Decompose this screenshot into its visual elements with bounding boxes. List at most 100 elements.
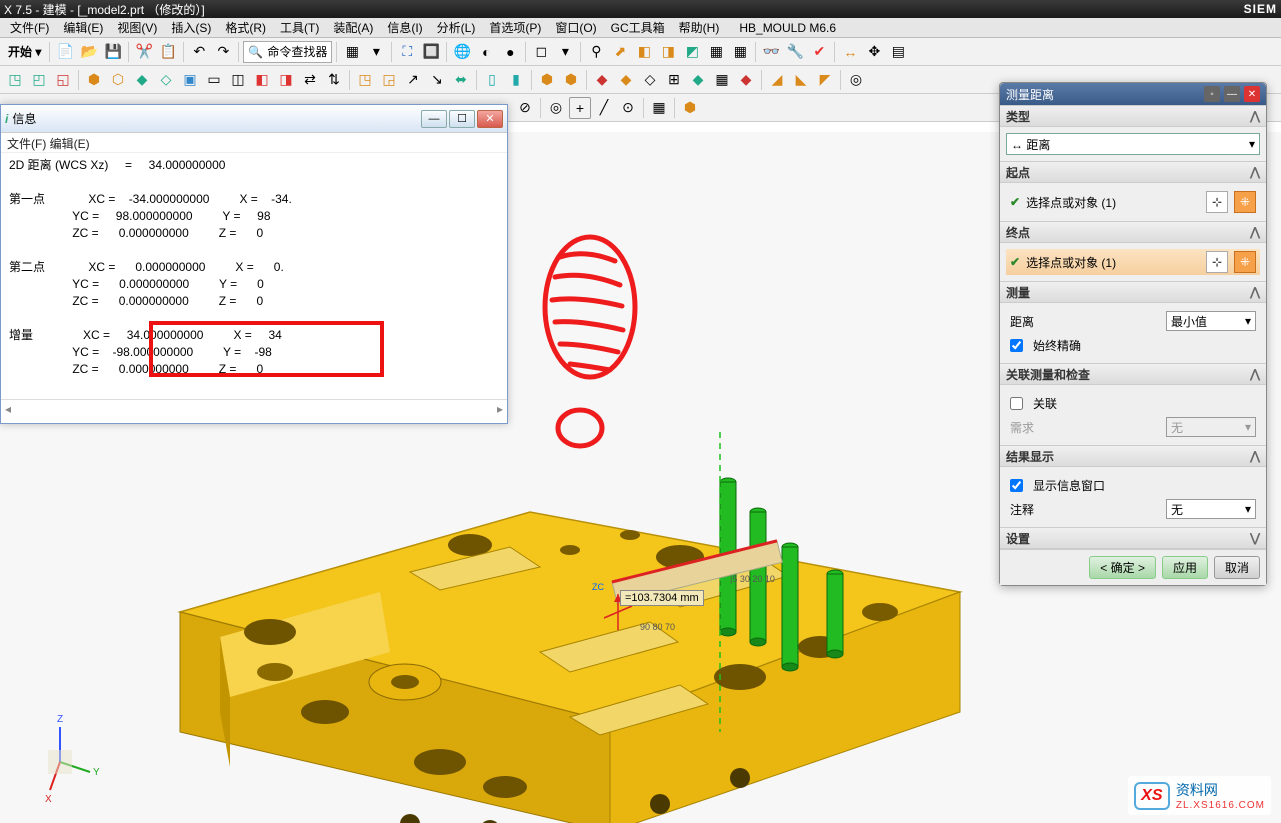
menu-analysis[interactable]: 分析(L) <box>431 17 482 38</box>
show-info-checkbox[interactable] <box>1010 479 1023 492</box>
menu-format[interactable]: 格式(R) <box>219 17 272 38</box>
menu-file[interactable]: 文件(F) <box>4 17 55 38</box>
redbox-icon[interactable]: ◧ <box>251 69 273 91</box>
type-dropdown[interactable]: ↔ 距离 ▾ <box>1006 133 1260 155</box>
wire-icon[interactable]: ◻ <box>530 41 552 63</box>
plane-y2-icon[interactable]: ◲ <box>378 69 400 91</box>
red2-icon[interactable]: ◆ <box>735 69 757 91</box>
box6-icon[interactable]: ◳ <box>4 69 26 91</box>
undo-icon[interactable]: ↶ <box>188 41 210 63</box>
tool-icon[interactable]: 🔧 <box>784 41 806 63</box>
box2-icon[interactable]: ◨ <box>657 41 679 63</box>
always-accurate-checkbox[interactable] <box>1010 339 1023 352</box>
start-select-row[interactable]: ✔ 选择点或对象 (1) ⊹ ⁜ <box>1006 189 1260 215</box>
cancel-button[interactable]: 取消 <box>1214 556 1260 579</box>
new-icon[interactable]: 📄 <box>54 41 76 63</box>
menu-preferences[interactable]: 首选项(P) <box>483 17 547 38</box>
snap-icon[interactable]: ✥ <box>863 41 885 63</box>
tri-down-icon[interactable]: ▾ <box>365 41 387 63</box>
section-start[interactable]: 起点⋀ <box>1000 161 1266 183</box>
info-scrollbar[interactable]: ◂ ▸ <box>1 399 507 417</box>
cyan2-icon[interactable]: ▮ <box>505 69 527 91</box>
shade-icon[interactable]: ◐ <box>475 41 497 63</box>
menu-assembly[interactable]: 装配(A) <box>327 17 379 38</box>
menu-insert[interactable]: 插入(S) <box>165 17 217 38</box>
scroll-right-icon[interactable]: ▸ <box>493 402 507 416</box>
glasses-icon[interactable]: 👓 <box>760 41 782 63</box>
box5-icon[interactable]: ▦ <box>729 41 751 63</box>
info-body[interactable]: 2D 距离 (WCS Xz) = 34.000000000 第一点 XC = -… <box>1 153 507 399</box>
ring-icon[interactable]: ◎ <box>845 69 867 91</box>
pick-point-icon[interactable]: ⁜ <box>1234 251 1256 273</box>
close-icon[interactable]: ✕ <box>477 110 503 128</box>
plane2-icon[interactable]: ◫ <box>227 69 249 91</box>
mirror-icon[interactable]: ⇄ <box>299 69 321 91</box>
axis3-icon[interactable]: ⬌ <box>450 69 472 91</box>
save-icon[interactable]: 💾 <box>102 41 124 63</box>
yellowcube2-icon[interactable]: ⬡ <box>107 69 129 91</box>
plane-y-icon[interactable]: ◳ <box>354 69 376 91</box>
menu-help[interactable]: 帮助(H) <box>673 17 726 38</box>
redbox2-icon[interactable]: ◨ <box>275 69 297 91</box>
fit-icon[interactable]: ⛶ <box>396 41 418 63</box>
cube-arr-icon[interactable]: ⬢ <box>536 69 558 91</box>
fillet-icon[interactable]: ◣ <box>790 69 812 91</box>
axis2-icon[interactable]: ↘ <box>426 69 448 91</box>
distance-mode-dropdown[interactable]: 最小值▾ <box>1166 311 1256 331</box>
menu-ext-hbmould[interactable]: HB_MOULD M6.6 <box>733 19 842 37</box>
maximize-icon[interactable]: ☐ <box>449 110 475 128</box>
start-dropdown[interactable]: 开始 ▾ <box>4 41 45 62</box>
section-assoc[interactable]: 关联测量和检查⋀ <box>1000 363 1266 385</box>
grid-icon[interactable]: ▤ <box>887 41 909 63</box>
snap-point-icon[interactable]: ⊹ <box>1206 191 1228 213</box>
box7-icon[interactable]: ◰ <box>28 69 50 91</box>
box-icon[interactable]: ◧ <box>633 41 655 63</box>
section-result[interactable]: 结果显示⋀ <box>1000 445 1266 467</box>
bluebox-icon[interactable]: ▣ <box>179 69 201 91</box>
scroll-left-icon[interactable]: ◂ <box>1 402 15 416</box>
assoc-checkbox[interactable] <box>1010 397 1023 410</box>
menu-info[interactable]: 信息(I) <box>381 17 428 38</box>
panel-min-icon[interactable]: — <box>1224 86 1240 102</box>
none-icon[interactable]: ⊘ <box>514 97 536 119</box>
end-select-row[interactable]: ✔ 选择点或对象 (1) ⊹ ⁜ <box>1006 249 1260 275</box>
world-icon[interactable]: 🌐 <box>451 41 473 63</box>
subtract-icon[interactable]: ◱ <box>52 69 74 91</box>
grid2-icon[interactable]: ⊞ <box>663 69 685 91</box>
redcube-icon[interactable]: ◆ <box>591 69 613 91</box>
wcs-icon[interactable]: ⚲ <box>585 41 607 63</box>
cube-arr2-icon[interactable]: ⬢ <box>560 69 582 91</box>
plane-icon[interactable]: ▭ <box>203 69 225 91</box>
apply-button[interactable]: 应用 <box>1162 556 1208 579</box>
menu-gctoolbox[interactable]: GC工具箱 <box>605 17 671 38</box>
multi-icon[interactable]: ▦ <box>711 69 733 91</box>
section-end[interactable]: 终点⋀ <box>1000 221 1266 243</box>
info-menu[interactable]: 文件(F) 编辑(E) <box>1 133 507 153</box>
check-icon[interactable]: ✔ <box>808 41 830 63</box>
move-icon[interactable]: ⬈ <box>609 41 631 63</box>
copy-icon[interactable]: 📋 <box>157 41 179 63</box>
menu-tools[interactable]: 工具(T) <box>274 17 325 38</box>
open-icon[interactable]: 📂 <box>78 41 100 63</box>
stretch-icon[interactable]: ↔ <box>839 41 861 63</box>
cyan-icon[interactable]: ▯ <box>481 69 503 91</box>
section-type[interactable]: 类型⋀ <box>1000 105 1266 127</box>
box4-icon[interactable]: ▦ <box>705 41 727 63</box>
annotation-dropdown[interactable]: 无▾ <box>1166 499 1256 519</box>
point-icon[interactable]: ╱ <box>593 97 615 119</box>
cut-icon[interactable]: ✂️ <box>133 41 155 63</box>
solid-icon[interactable]: ⬢ <box>679 97 701 119</box>
menu-view[interactable]: 视图(V) <box>111 17 163 38</box>
greencube-icon[interactable]: ◆ <box>131 69 153 91</box>
blend-icon[interactable]: ◇ <box>639 69 661 91</box>
section-settings[interactable]: 设置⋁ <box>1000 527 1266 549</box>
ok-button[interactable]: < 确定 > <box>1089 556 1156 579</box>
redo-icon[interactable]: ↷ <box>212 41 234 63</box>
menu-edit[interactable]: 编辑(E) <box>57 17 109 38</box>
target-icon[interactable]: ◎ <box>545 97 567 119</box>
panel-pin-icon[interactable]: ◦ <box>1204 86 1220 102</box>
yellowcube-icon[interactable]: ⬢ <box>83 69 105 91</box>
orangecube-icon[interactable]: ◆ <box>615 69 637 91</box>
box3-icon[interactable]: ◩ <box>681 41 703 63</box>
pick-point-icon[interactable]: ⁜ <box>1234 191 1256 213</box>
